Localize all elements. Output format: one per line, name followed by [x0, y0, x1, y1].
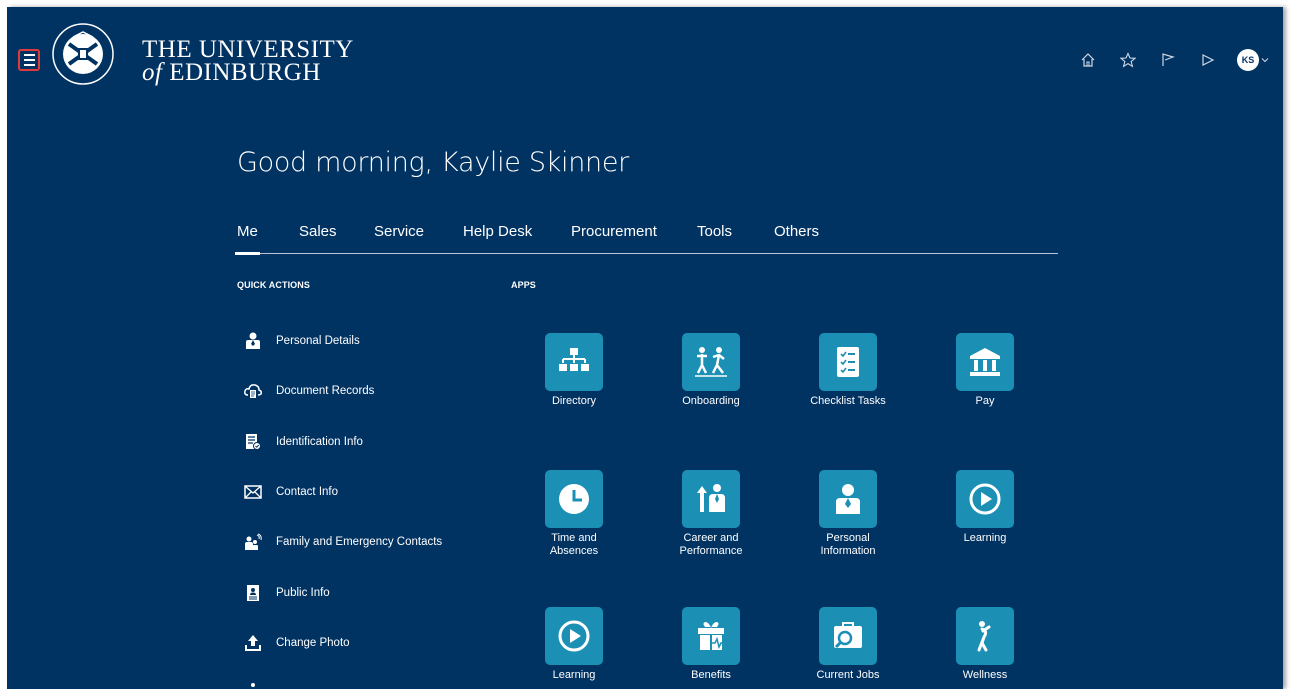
tab-others[interactable]: Others: [774, 223, 819, 240]
app-personal-information[interactable]: Personal Information: [793, 470, 903, 558]
app-label: Pay: [975, 395, 995, 407]
quick-action-change-photo[interactable]: Change Photo: [244, 632, 350, 654]
tab-sales[interactable]: Sales: [299, 223, 337, 240]
family-icon: [244, 533, 262, 551]
app-label: Directory: [551, 395, 596, 407]
app-onboarding[interactable]: Onboarding: [656, 333, 766, 408]
play-circle-icon: [956, 470, 1014, 528]
watchlist-flag-icon[interactable]: [1157, 49, 1179, 71]
clock-icon: [545, 470, 603, 528]
quick-action-label: Document Records: [276, 385, 375, 397]
notifications-bell-icon[interactable]: [1197, 49, 1219, 71]
upload-icon: [244, 634, 262, 652]
checklist-icon: [819, 333, 877, 391]
apps-title: APPS: [511, 280, 536, 290]
bank-icon: [956, 333, 1014, 391]
play-circle-icon: [545, 607, 603, 665]
document-cloud-icon: [244, 382, 262, 400]
onboarding-icon: [682, 333, 740, 391]
app-label: Time and Absences: [549, 532, 599, 557]
quick-action-contact-info[interactable]: Contact Info: [244, 481, 338, 503]
id-document-icon: [244, 433, 262, 451]
quick-action-label: Contact Info: [276, 486, 339, 498]
app-learning[interactable]: Learning: [930, 470, 1040, 545]
job-search-icon: [819, 607, 877, 665]
app-benefits[interactable]: Benefits: [656, 607, 766, 682]
person-icon: [244, 681, 262, 689]
quick-action-identification-info[interactable]: Identification Info: [244, 431, 363, 453]
person-icon: [244, 332, 262, 350]
favorites-star-icon[interactable]: [1117, 49, 1139, 71]
app-label: Career and Performance: [679, 532, 743, 557]
hamburger-menu-button[interactable]: [18, 49, 40, 71]
app-label: Personal Information: [820, 532, 876, 557]
tab-help-desk[interactable]: Help Desk: [463, 223, 532, 240]
app-label: Learning: [963, 532, 1007, 544]
avatar[interactable]: KS: [1237, 49, 1259, 71]
quick-action-label: Identification Info: [276, 436, 363, 448]
quick-action-label: Personal Details: [276, 335, 360, 347]
app-label: Onboarding: [682, 395, 740, 407]
wellness-icon: [956, 607, 1014, 665]
quick-action-label: Family and Emergency Contacts: [276, 536, 443, 548]
app-time-and-absences[interactable]: Time and Absences: [519, 470, 629, 558]
quick-action-personal-details[interactable]: Personal Details: [244, 330, 360, 352]
quick-action-family-emergency-contacts[interactable]: Family and Emergency Contacts: [244, 531, 442, 553]
home-icon[interactable]: [1077, 49, 1099, 71]
app-career-and-performance[interactable]: Career and Performance: [656, 470, 766, 558]
quick-actions-title: QUICK ACTIONS: [237, 280, 310, 290]
app-frame: THE UNIVERSITY of EDINBURGH KS Good morn…: [7, 7, 1283, 689]
global-toolbar: KS: [1077, 49, 1269, 71]
tab-me[interactable]: Me: [235, 223, 260, 255]
user-menu[interactable]: KS: [1237, 49, 1269, 71]
university-name-of: of: [142, 59, 163, 86]
greeting-heading: Good morning, Kaylie Skinner: [237, 147, 629, 178]
app-label: Benefits: [691, 669, 731, 681]
university-name: THE UNIVERSITY of EDINBURGH: [142, 36, 354, 86]
quick-action-public-info[interactable]: Public Info: [244, 582, 330, 604]
quick-action-document-records[interactable]: Document Records: [244, 380, 374, 402]
envelope-icon: [244, 483, 262, 501]
app-learning-2[interactable]: Learning: [519, 607, 629, 682]
org-chart-icon: [545, 333, 603, 391]
tab-tools[interactable]: Tools: [697, 223, 732, 240]
university-crest-logo[interactable]: [51, 14, 115, 98]
app-checklist-tasks[interactable]: Checklist Tasks: [793, 333, 903, 408]
navigation-tabs: Me Sales Service Help Desk Procurement T…: [235, 221, 1058, 255]
chevron-down-icon: [1261, 58, 1269, 63]
app-label: Checklist Tasks: [810, 395, 886, 407]
badge-icon: [244, 584, 262, 602]
app-pay[interactable]: Pay: [930, 333, 1040, 408]
app-label: Wellness: [962, 669, 1008, 681]
app-label: Learning: [552, 669, 596, 681]
career-icon: [682, 470, 740, 528]
quick-action-label: Change Photo: [276, 637, 350, 649]
app-current-jobs[interactable]: Current Jobs: [793, 607, 903, 682]
app-label: Current Jobs: [816, 669, 880, 681]
tab-service[interactable]: Service: [374, 223, 424, 240]
university-name-line1: THE UNIVERSITY: [142, 36, 354, 63]
app-wellness[interactable]: Wellness: [930, 607, 1040, 682]
app-directory[interactable]: Directory: [519, 333, 629, 408]
quick-action-partial[interactable]: [244, 679, 276, 689]
person-icon: [819, 470, 877, 528]
quick-action-label: Public Info: [276, 587, 330, 599]
university-name-edinburgh: EDINBURGH: [162, 59, 321, 86]
gift-icon: [682, 607, 740, 665]
tab-procurement[interactable]: Procurement: [571, 223, 657, 240]
